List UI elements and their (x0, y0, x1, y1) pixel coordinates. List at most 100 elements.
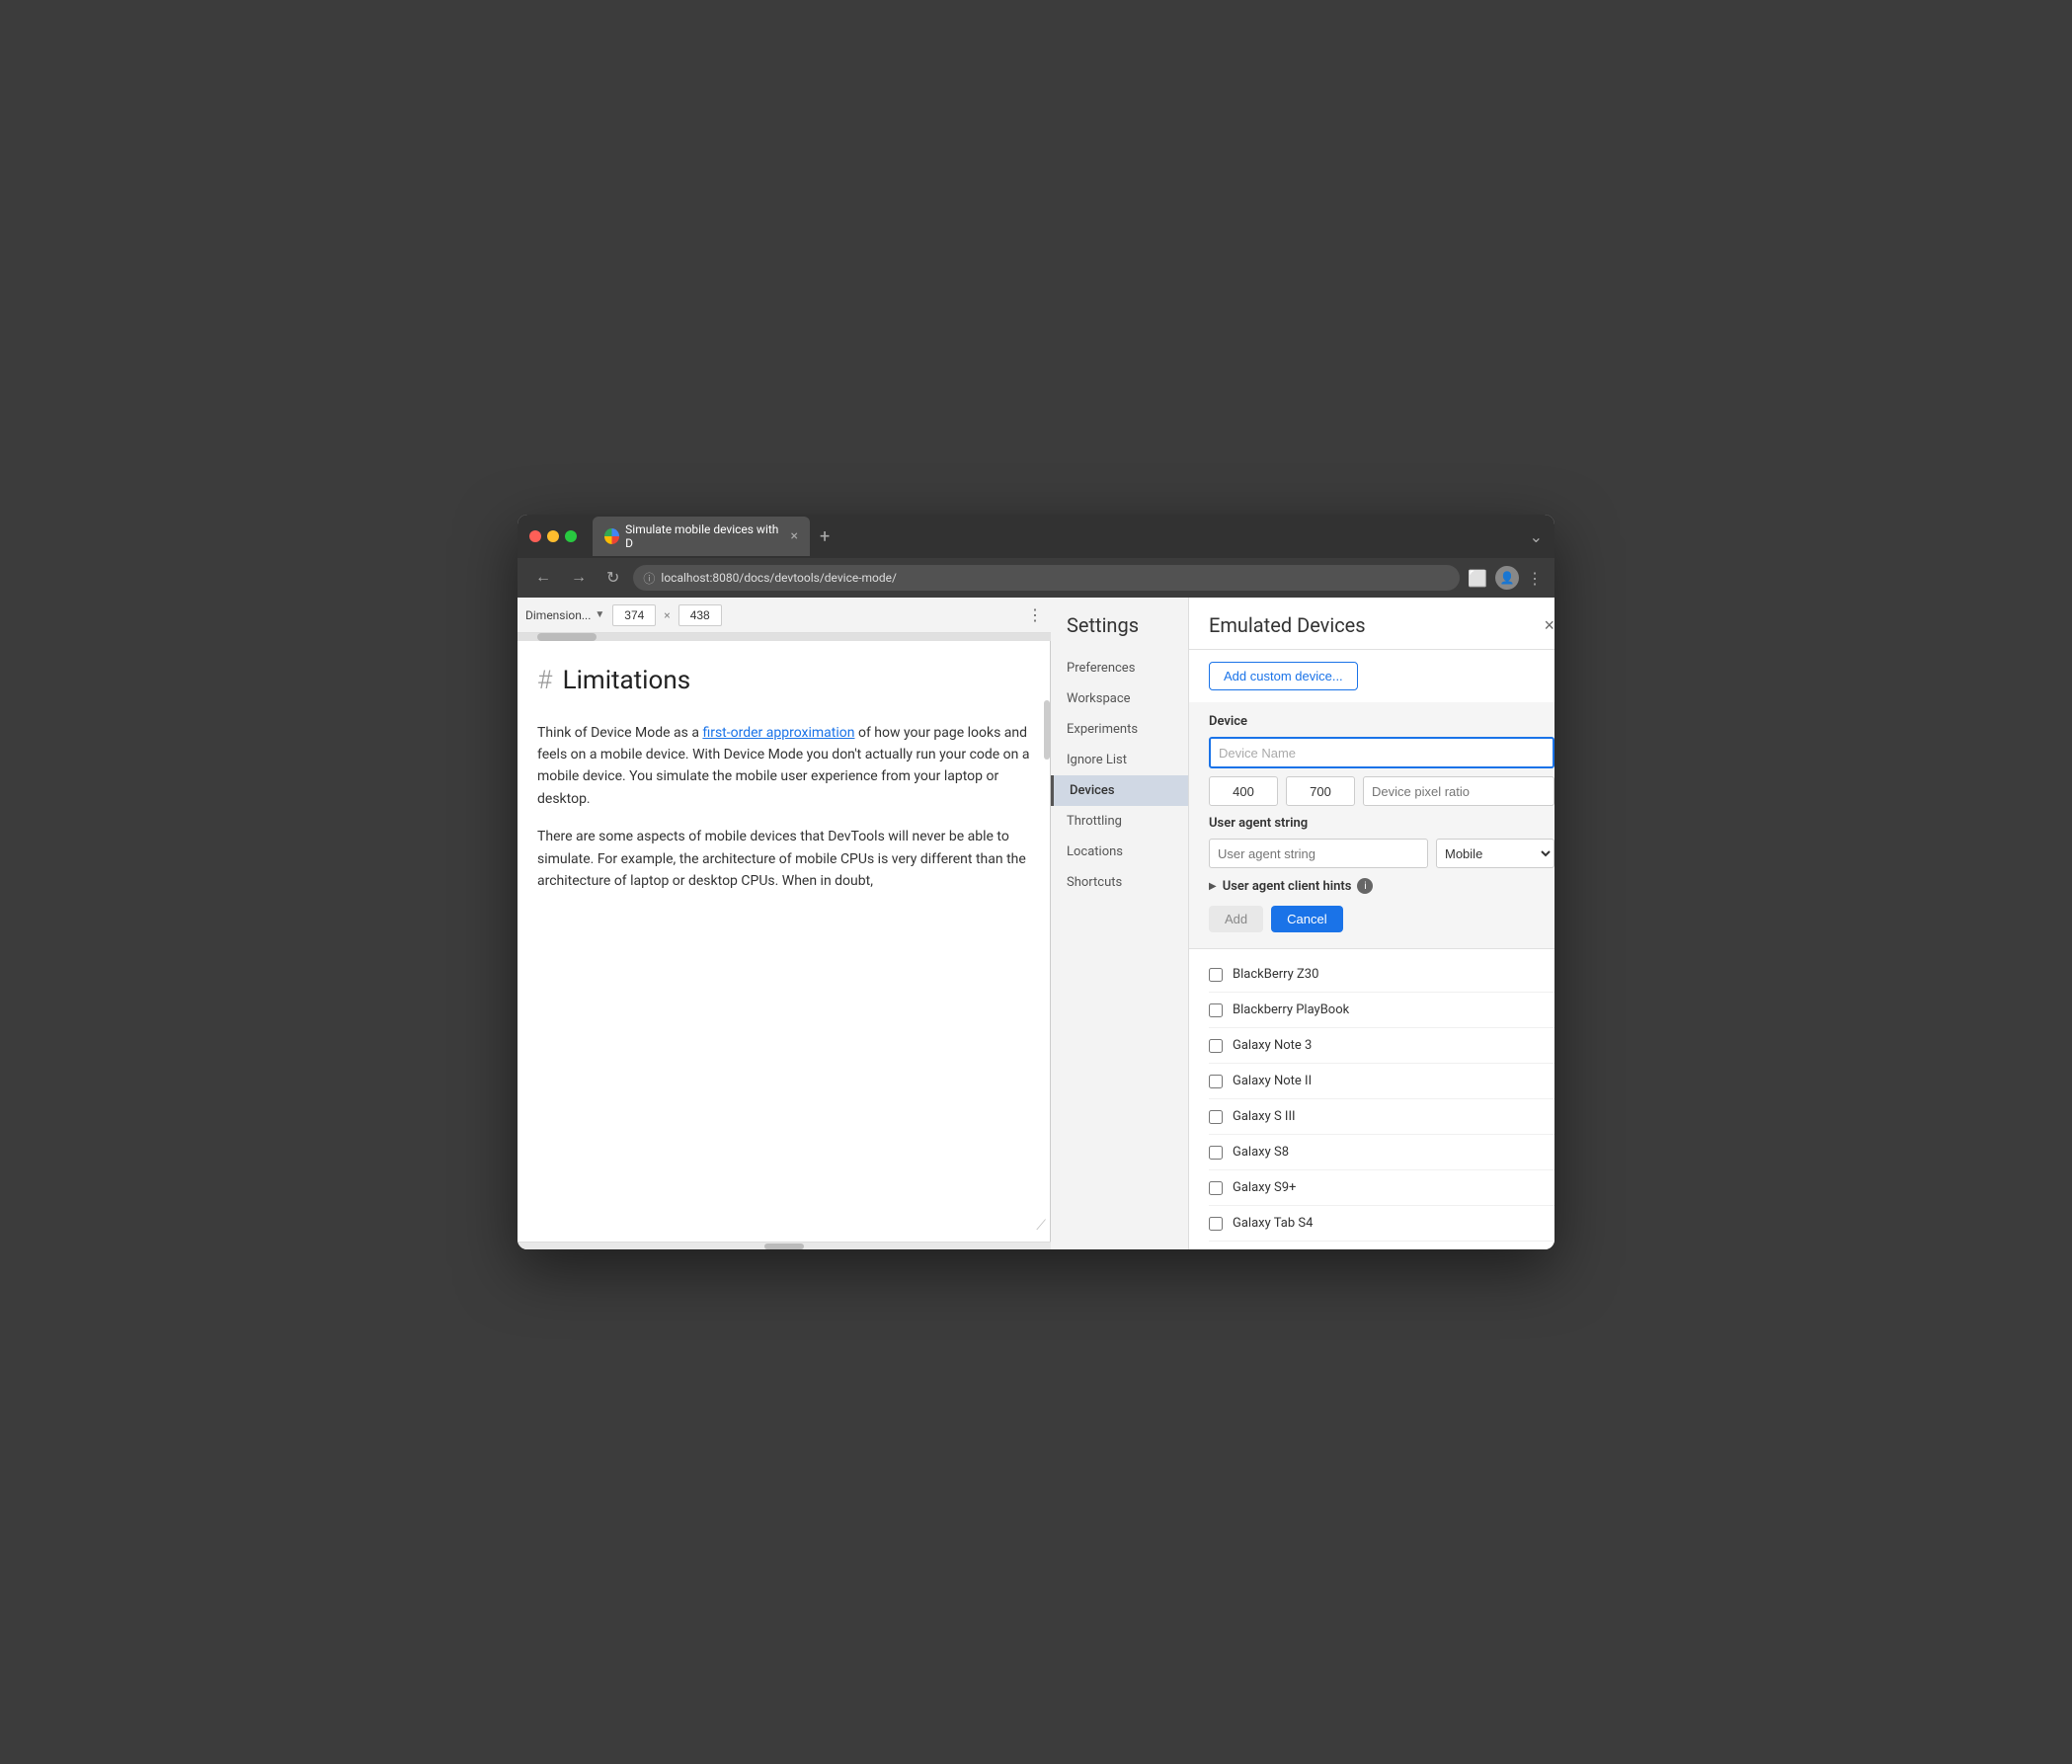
nav-bar: ← → ↻ ⓘ localhost:8080/docs/devtools/dev… (518, 558, 1554, 598)
settings-title: Settings (1051, 613, 1188, 653)
device-name-galaxy-s-iii: Galaxy S III (1233, 1109, 1296, 1124)
add-button[interactable]: Add (1209, 906, 1263, 932)
dropdown-button[interactable]: ⌄ (1530, 527, 1543, 546)
toolbar-more-button[interactable]: ⋮ (1027, 605, 1043, 624)
profile-button[interactable]: 👤 (1495, 566, 1519, 590)
dimension-x-separator: × (664, 608, 670, 622)
heading-hash: # (537, 666, 552, 695)
sidebar-item-experiments[interactable]: Experiments (1051, 714, 1188, 745)
width-input[interactable] (612, 604, 656, 626)
device-name-galaxy-note-3: Galaxy Note 3 (1233, 1038, 1312, 1053)
sidebar-item-shortcuts[interactable]: Shortcuts (1051, 867, 1188, 898)
device-checkbox-blackberry-playbook[interactable] (1209, 1003, 1223, 1017)
device-height-input[interactable] (1286, 776, 1355, 806)
device-name-blackberry-playbook: Blackberry PlayBook (1233, 1002, 1349, 1017)
device-name-input[interactable] (1209, 737, 1554, 768)
tab-close-btn[interactable]: × (791, 528, 798, 544)
device-list: BlackBerry Z30 Blackberry PlayBook Galax… (1189, 957, 1554, 1242)
info-icon[interactable]: i (1357, 878, 1373, 894)
address-bar[interactable]: ⓘ localhost:8080/docs/devtools/device-mo… (633, 565, 1460, 591)
list-item: BlackBerry Z30 (1209, 957, 1554, 993)
page-preview-container: Dimension... ▼ × ⋮ # (518, 598, 1051, 1249)
device-checkbox-galaxy-s8[interactable] (1209, 1146, 1223, 1160)
paragraph-1: Think of Device Mode as a first-order ap… (537, 722, 1030, 811)
add-custom-device-button[interactable]: Add custom device... (1209, 662, 1358, 690)
settings-sidebar: Settings Preferences Workspace Experimen… (1051, 598, 1189, 1249)
chrome-menu-button[interactable]: ⋮ (1527, 569, 1543, 588)
device-section-label: Device (1209, 714, 1554, 729)
browser-window: Simulate mobile devices with D × + ⌄ ← →… (518, 515, 1554, 1249)
sidebar-item-locations[interactable]: Locations (1051, 837, 1188, 867)
back-button[interactable]: ← (529, 567, 557, 589)
horizontal-scrollbar (518, 633, 1051, 641)
dimension-arrow-icon: ▼ (595, 609, 604, 620)
device-name-blackberry-z30: BlackBerry Z30 (1233, 967, 1318, 982)
device-name-galaxy-s9plus: Galaxy S9+ (1233, 1180, 1296, 1195)
bottom-scrollbar (518, 1242, 1051, 1249)
form-buttons: Add Cancel (1209, 906, 1554, 932)
nav-right: ⬜ 👤 ⋮ (1468, 566, 1543, 590)
sidebar-item-ignore-list[interactable]: Ignore List (1051, 745, 1188, 775)
url-text: localhost:8080/docs/devtools/device-mode… (661, 571, 897, 585)
device-checkbox-galaxy-note-ii[interactable] (1209, 1075, 1223, 1088)
devices-panel: Emulated Devices × Add custom device... … (1189, 598, 1554, 1249)
list-item: Galaxy Note 3 (1209, 1028, 1554, 1064)
para1-link[interactable]: first-order approximation (702, 725, 854, 741)
devtools-toolbar: Dimension... ▼ × ⋮ (518, 598, 1051, 633)
device-form: Device User agent string Mobile Desktop (1189, 702, 1554, 949)
sidebar-item-devices[interactable]: Devices (1051, 775, 1188, 806)
vertical-scrollbar-thumb[interactable] (1044, 700, 1050, 760)
new-tab-button[interactable]: + (814, 524, 836, 549)
resize-handle-icon[interactable]: ⟋ (1036, 1218, 1046, 1234)
device-checkbox-blackberry-z30[interactable] (1209, 968, 1223, 982)
devices-panel-title: Emulated Devices (1209, 613, 1366, 637)
sidebar-item-workspace[interactable]: Workspace (1051, 683, 1188, 714)
traffic-light-yellow[interactable] (547, 530, 559, 542)
device-checkbox-galaxy-s-iii[interactable] (1209, 1110, 1223, 1124)
user-agent-select[interactable]: Mobile Desktop Tablet (1436, 839, 1554, 868)
dimension-selector: Dimension... ▼ (525, 608, 604, 622)
list-item: Blackberry PlayBook (1209, 993, 1554, 1028)
tab-favicon (604, 528, 619, 544)
paragraph-2: There are some aspects of mobile devices… (537, 826, 1030, 892)
list-item: Galaxy S III (1209, 1099, 1554, 1135)
user-agent-label: User agent string (1209, 816, 1554, 831)
forward-button[interactable]: → (565, 567, 593, 589)
list-item: Galaxy Tab S4 (1209, 1206, 1554, 1242)
expand-arrow-icon[interactable]: ▶ (1209, 881, 1217, 892)
device-pixel-ratio-input[interactable] (1363, 776, 1554, 806)
cancel-button[interactable]: Cancel (1271, 906, 1342, 932)
device-checkbox-galaxy-s9plus[interactable] (1209, 1181, 1223, 1195)
reload-button[interactable]: ↻ (600, 566, 625, 590)
height-input[interactable] (678, 604, 722, 626)
device-name-galaxy-tab-s4: Galaxy Tab S4 (1233, 1216, 1313, 1231)
device-dimensions-row (1209, 776, 1554, 806)
page-content: # Limitations Think of Device Mode as a … (537, 661, 1030, 892)
sidebar-item-preferences[interactable]: Preferences (1051, 653, 1188, 683)
lock-icon: ⓘ (643, 570, 655, 587)
dimension-label: Dimension... (525, 608, 591, 622)
traffic-light-green[interactable] (565, 530, 577, 542)
user-agent-input[interactable] (1209, 839, 1428, 868)
profile-icon: 👤 (1500, 571, 1515, 585)
close-button[interactable]: × (1544, 615, 1554, 636)
page-heading: # Limitations (537, 661, 1030, 702)
device-checkbox-galaxy-tab-s4[interactable] (1209, 1217, 1223, 1231)
heading-text: Limitations (563, 666, 691, 695)
active-tab[interactable]: Simulate mobile devices with D × (593, 517, 810, 556)
para1-pre-text: Think of Device Mode as a (537, 725, 702, 741)
user-agent-row: Mobile Desktop Tablet (1209, 839, 1554, 868)
device-width-input[interactable] (1209, 776, 1278, 806)
main-content: Dimension... ▼ × ⋮ # (518, 598, 1554, 1249)
split-view-button[interactable]: ⬜ (1468, 569, 1487, 588)
list-item: Galaxy S9+ (1209, 1170, 1554, 1206)
client-hints-label: User agent client hints (1223, 879, 1352, 894)
client-hints-row: ▶ User agent client hints i (1209, 878, 1554, 894)
list-item: Galaxy Note II (1209, 1064, 1554, 1099)
traffic-light-red[interactable] (529, 530, 541, 542)
devices-panel-header: Emulated Devices × (1189, 598, 1554, 650)
sidebar-item-throttling[interactable]: Throttling (1051, 806, 1188, 837)
device-checkbox-galaxy-note-3[interactable] (1209, 1039, 1223, 1053)
page-frame: # Limitations Think of Device Mode as a … (518, 641, 1051, 1242)
list-item: Galaxy S8 (1209, 1135, 1554, 1170)
